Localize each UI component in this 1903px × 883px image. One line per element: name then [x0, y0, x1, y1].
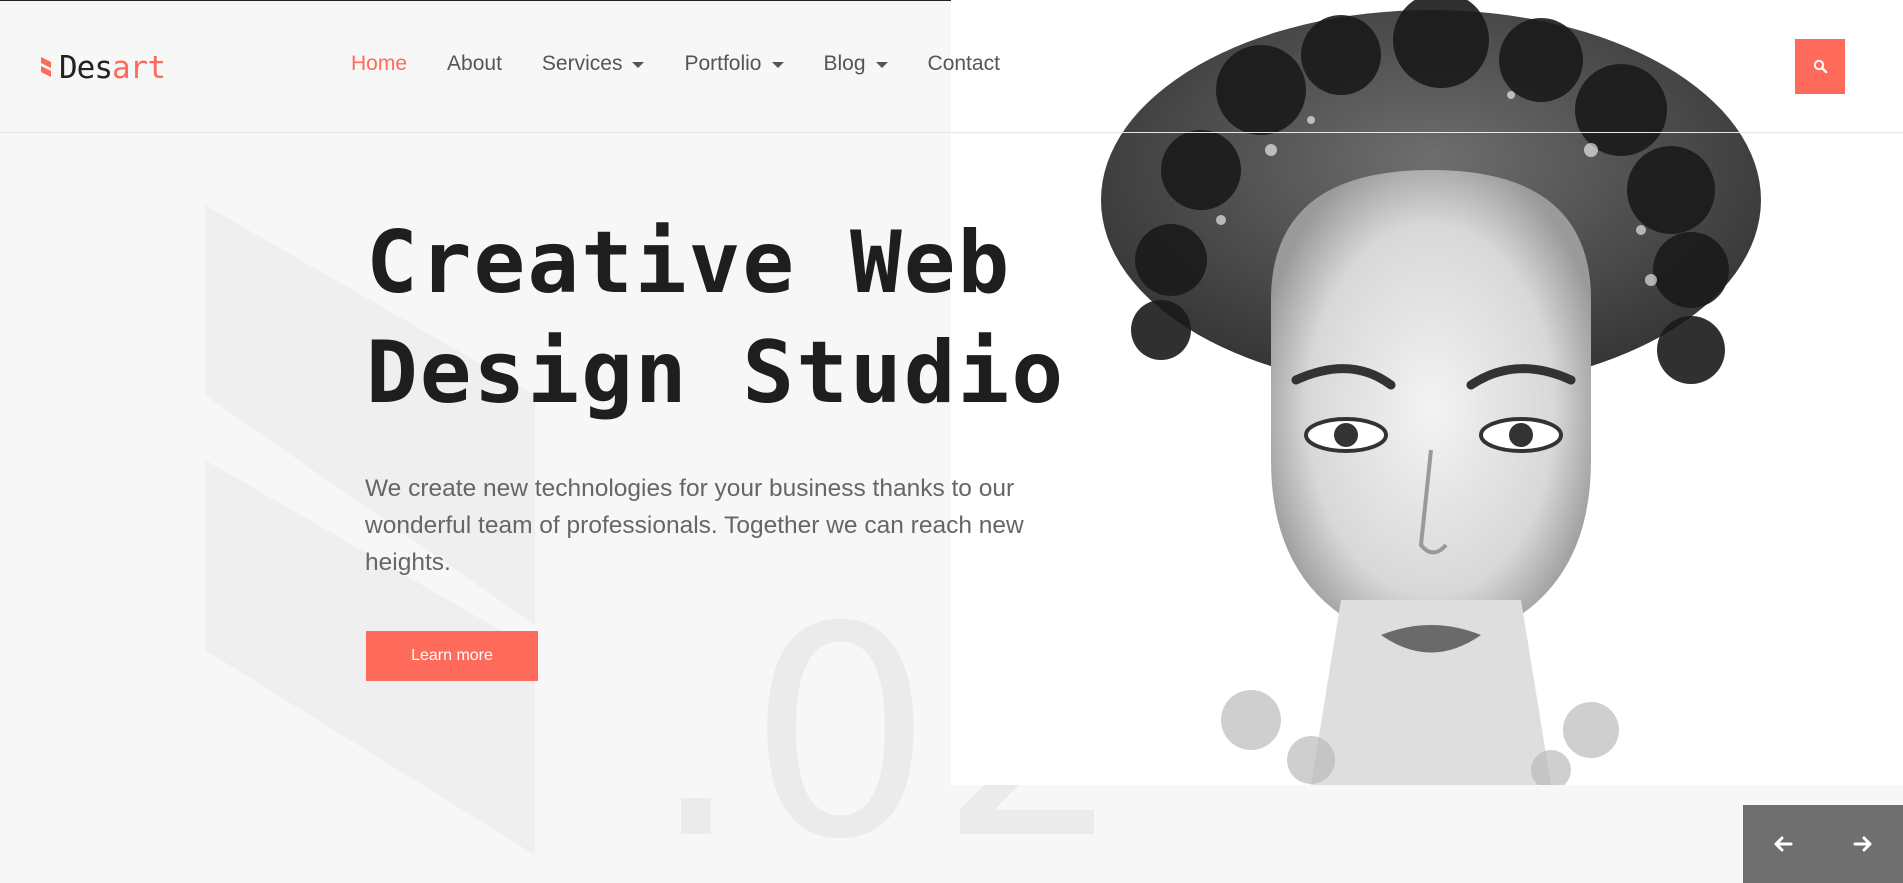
- nav-label: Portfolio: [684, 52, 762, 75]
- next-slide-button[interactable]: [1823, 805, 1903, 883]
- nav-label: Home: [351, 52, 408, 75]
- search-button[interactable]: [1795, 39, 1845, 94]
- chevron-down-icon: [875, 62, 888, 68]
- nav-label: Contact: [927, 52, 1000, 75]
- hero-title-line-1: Creative Web: [366, 213, 1012, 313]
- brand-logo[interactable]: Desart: [41, 48, 166, 88]
- nav-item-contact[interactable]: Contact: [928, 52, 1000, 76]
- nav-item-about[interactable]: About: [447, 52, 502, 76]
- search-icon: [1813, 59, 1827, 74]
- slider-controls: [1743, 805, 1903, 883]
- hero-title: Creative Web Design Studio: [366, 208, 1065, 428]
- nav-item-blog[interactable]: Blog: [824, 52, 888, 76]
- nav-label: About: [447, 52, 502, 75]
- arrow-left-icon: [1774, 836, 1793, 852]
- brand-name-suffix: art: [112, 50, 166, 86]
- brand-name: Desart: [59, 50, 166, 86]
- nav-item-services[interactable]: Services: [542, 52, 645, 76]
- site-header: Desart Home About Services Portfolio Blo…: [0, 0, 1903, 133]
- nav-item-home[interactable]: Home: [351, 52, 407, 76]
- hero-description: We create new technologies for your busi…: [365, 475, 1024, 576]
- arrow-right-icon: [1853, 836, 1872, 852]
- nav-label: Services: [541, 52, 623, 75]
- main-nav: Home About Services Portfolio Blog Conta…: [351, 52, 1040, 76]
- chevron-down-icon: [771, 62, 784, 68]
- brand-name-prefix: Des: [59, 50, 113, 86]
- learn-more-button[interactable]: Learn more: [366, 631, 538, 681]
- prev-slide-button[interactable]: [1743, 805, 1823, 883]
- hero-title-line-2: Design Studio: [366, 323, 1066, 423]
- nav-label: Blog: [823, 52, 866, 75]
- logo-mark-icon: [41, 57, 51, 77]
- nav-item-portfolio[interactable]: Portfolio: [684, 52, 784, 76]
- chevron-down-icon: [632, 62, 645, 68]
